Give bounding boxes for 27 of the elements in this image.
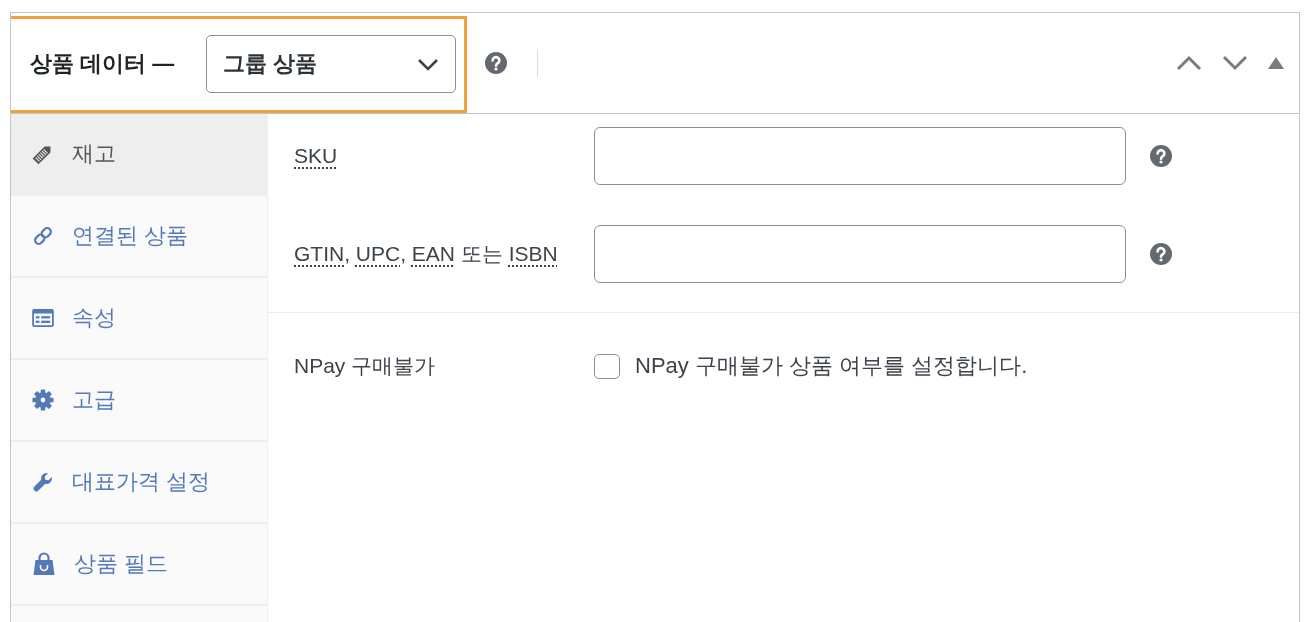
product-type-select[interactable]: 그룹 상품	[206, 35, 456, 93]
sidebar-tab[interactable]: 상품 필드	[11, 524, 267, 606]
field-label: GTIN, UPC, EAN 또는 ISBN	[294, 241, 559, 267]
sidebar-tab[interactable]: 연결된 상품	[11, 196, 267, 278]
sidebar-tab[interactable]: 속성	[11, 278, 267, 360]
checkbox-label: NPay 구매불가 상품 여부를 설정합니다.	[635, 352, 1028, 380]
input-field[interactable]	[594, 225, 1126, 283]
chevron-up-icon[interactable]	[1176, 55, 1202, 71]
chevron-down-icon[interactable]	[1222, 55, 1248, 71]
panel-title: 상품 데이터 —	[30, 50, 175, 78]
help-icon[interactable]	[1150, 145, 1172, 167]
sidebar-tab[interactable]: 재고	[11, 114, 267, 196]
sidebar-tab[interactable]: 고급	[11, 360, 267, 442]
link-icon	[32, 225, 54, 247]
shopping-bag-icon	[32, 552, 56, 576]
help-icon[interactable]	[485, 52, 507, 74]
checkbox[interactable]	[594, 353, 620, 379]
help-icon[interactable]	[1150, 243, 1172, 265]
gear-icon	[32, 389, 54, 411]
field-label: NPay 구매불가	[294, 353, 437, 379]
chevron-down-icon	[417, 57, 439, 71]
input-field[interactable]	[594, 127, 1126, 185]
triangle-up-icon[interactable]	[1268, 57, 1284, 69]
wrench-icon	[32, 471, 54, 493]
field-label: SKU	[294, 144, 339, 168]
form-card-icon	[32, 309, 54, 327]
sidebar-tab[interactable]: 대표가격 설정	[11, 442, 267, 524]
